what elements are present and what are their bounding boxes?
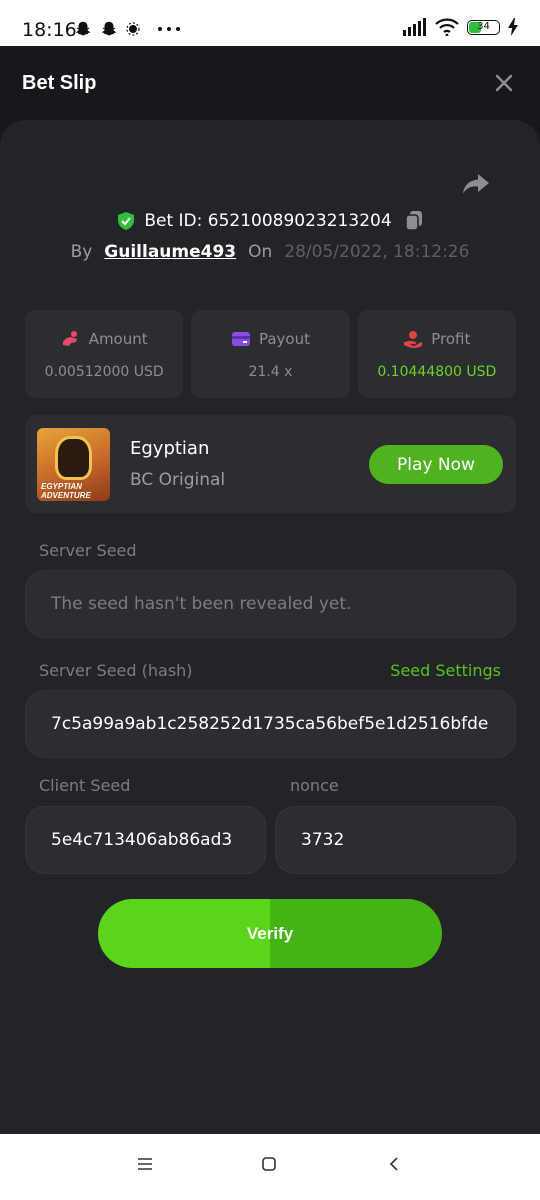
- user-link[interactable]: Guillaume493: [104, 242, 236, 262]
- stat-payout-value: 21.4 x: [248, 364, 293, 380]
- dot-icon: [126, 22, 140, 36]
- notification-icons: [74, 20, 182, 38]
- home-icon[interactable]: [261, 1156, 277, 1172]
- battery-icon: 34: [467, 19, 500, 35]
- stat-profit-value: 0.10444800 USD: [377, 364, 497, 380]
- nonce-label: nonce: [290, 776, 339, 795]
- status-time: 18:16: [22, 19, 77, 41]
- thumbnail-caption: EGYPTIAN ADVENTURE: [41, 482, 91, 500]
- client-seed-field[interactable]: 5e4c713406ab86ad3: [25, 806, 266, 874]
- game-name: Egyptian: [130, 438, 210, 459]
- bet-date: 28/05/2022, 18:12:26: [284, 242, 470, 262]
- client-seed-label: Client Seed: [39, 776, 131, 795]
- bet-id-row: Bet ID: 65210089023213204: [0, 210, 540, 232]
- nonce-field[interactable]: 3732: [275, 806, 516, 874]
- system-nav-bar: [0, 1134, 540, 1200]
- stat-payout: Payout 21.4 x: [191, 310, 350, 398]
- on-label: On: [248, 242, 273, 262]
- system-icons: 34: [403, 18, 518, 36]
- wifi-icon: [435, 18, 459, 36]
- game-card: EGYPTIAN ADVENTURE Egyptian BC Original …: [25, 415, 516, 513]
- card-icon: [231, 332, 250, 346]
- share-icon[interactable]: [462, 172, 490, 196]
- charging-icon: [508, 18, 518, 36]
- bet-slip-screen: Bet Slip Bet ID: 65210089023213204 By Gu…: [0, 46, 540, 1134]
- menu-icon[interactable]: [137, 1156, 153, 1172]
- signal-icon: [403, 18, 426, 36]
- copy-icon[interactable]: [404, 210, 424, 232]
- server-seed-field: The seed hasn't been revealed yet.: [25, 570, 516, 638]
- stat-profit: Profit 0.10444800 USD: [357, 310, 516, 398]
- status-bar: 18:16 34: [0, 0, 540, 46]
- close-icon[interactable]: [494, 73, 514, 93]
- by-label: By: [70, 242, 93, 262]
- play-now-button[interactable]: Play Now: [369, 445, 503, 484]
- snapchat-icon: [75, 21, 91, 36]
- server-hash-label: Server Seed (hash): [39, 661, 193, 680]
- pharaoh-image: [55, 436, 92, 480]
- game-thumbnail[interactable]: EGYPTIAN ADVENTURE: [37, 428, 110, 501]
- game-provider: BC Original: [130, 470, 226, 490]
- back-icon[interactable]: [386, 1156, 402, 1172]
- seed-settings-link[interactable]: Seed Settings: [390, 661, 501, 680]
- bet-stats: Amount 0.00512000 USD Payout 21.4 x Prof…: [25, 310, 516, 398]
- verified-shield-icon: [118, 212, 135, 230]
- verify-button[interactable]: Verify: [98, 899, 442, 968]
- amount-icon: [62, 331, 77, 346]
- bet-detail-panel: Bet ID: 65210089023213204 By Guillaume49…: [0, 120, 540, 1134]
- bet-id: Bet ID: 65210089023213204: [144, 211, 392, 231]
- profit-icon: [404, 331, 423, 348]
- stat-amount-value: 0.00512000 USD: [44, 364, 164, 380]
- page-title: Bet Slip: [22, 72, 97, 94]
- server-seed-label: Server Seed: [39, 541, 137, 560]
- snapchat-icon: [101, 21, 117, 36]
- more-icon: [158, 27, 180, 31]
- bet-meta-row: By Guillaume493 On 28/05/2022, 18:12:26: [0, 242, 540, 262]
- stat-amount: Amount 0.00512000 USD: [25, 310, 184, 398]
- server-hash-field[interactable]: 7c5a99a9ab1c258252d1735ca56bef5e1d2516bf…: [25, 690, 516, 758]
